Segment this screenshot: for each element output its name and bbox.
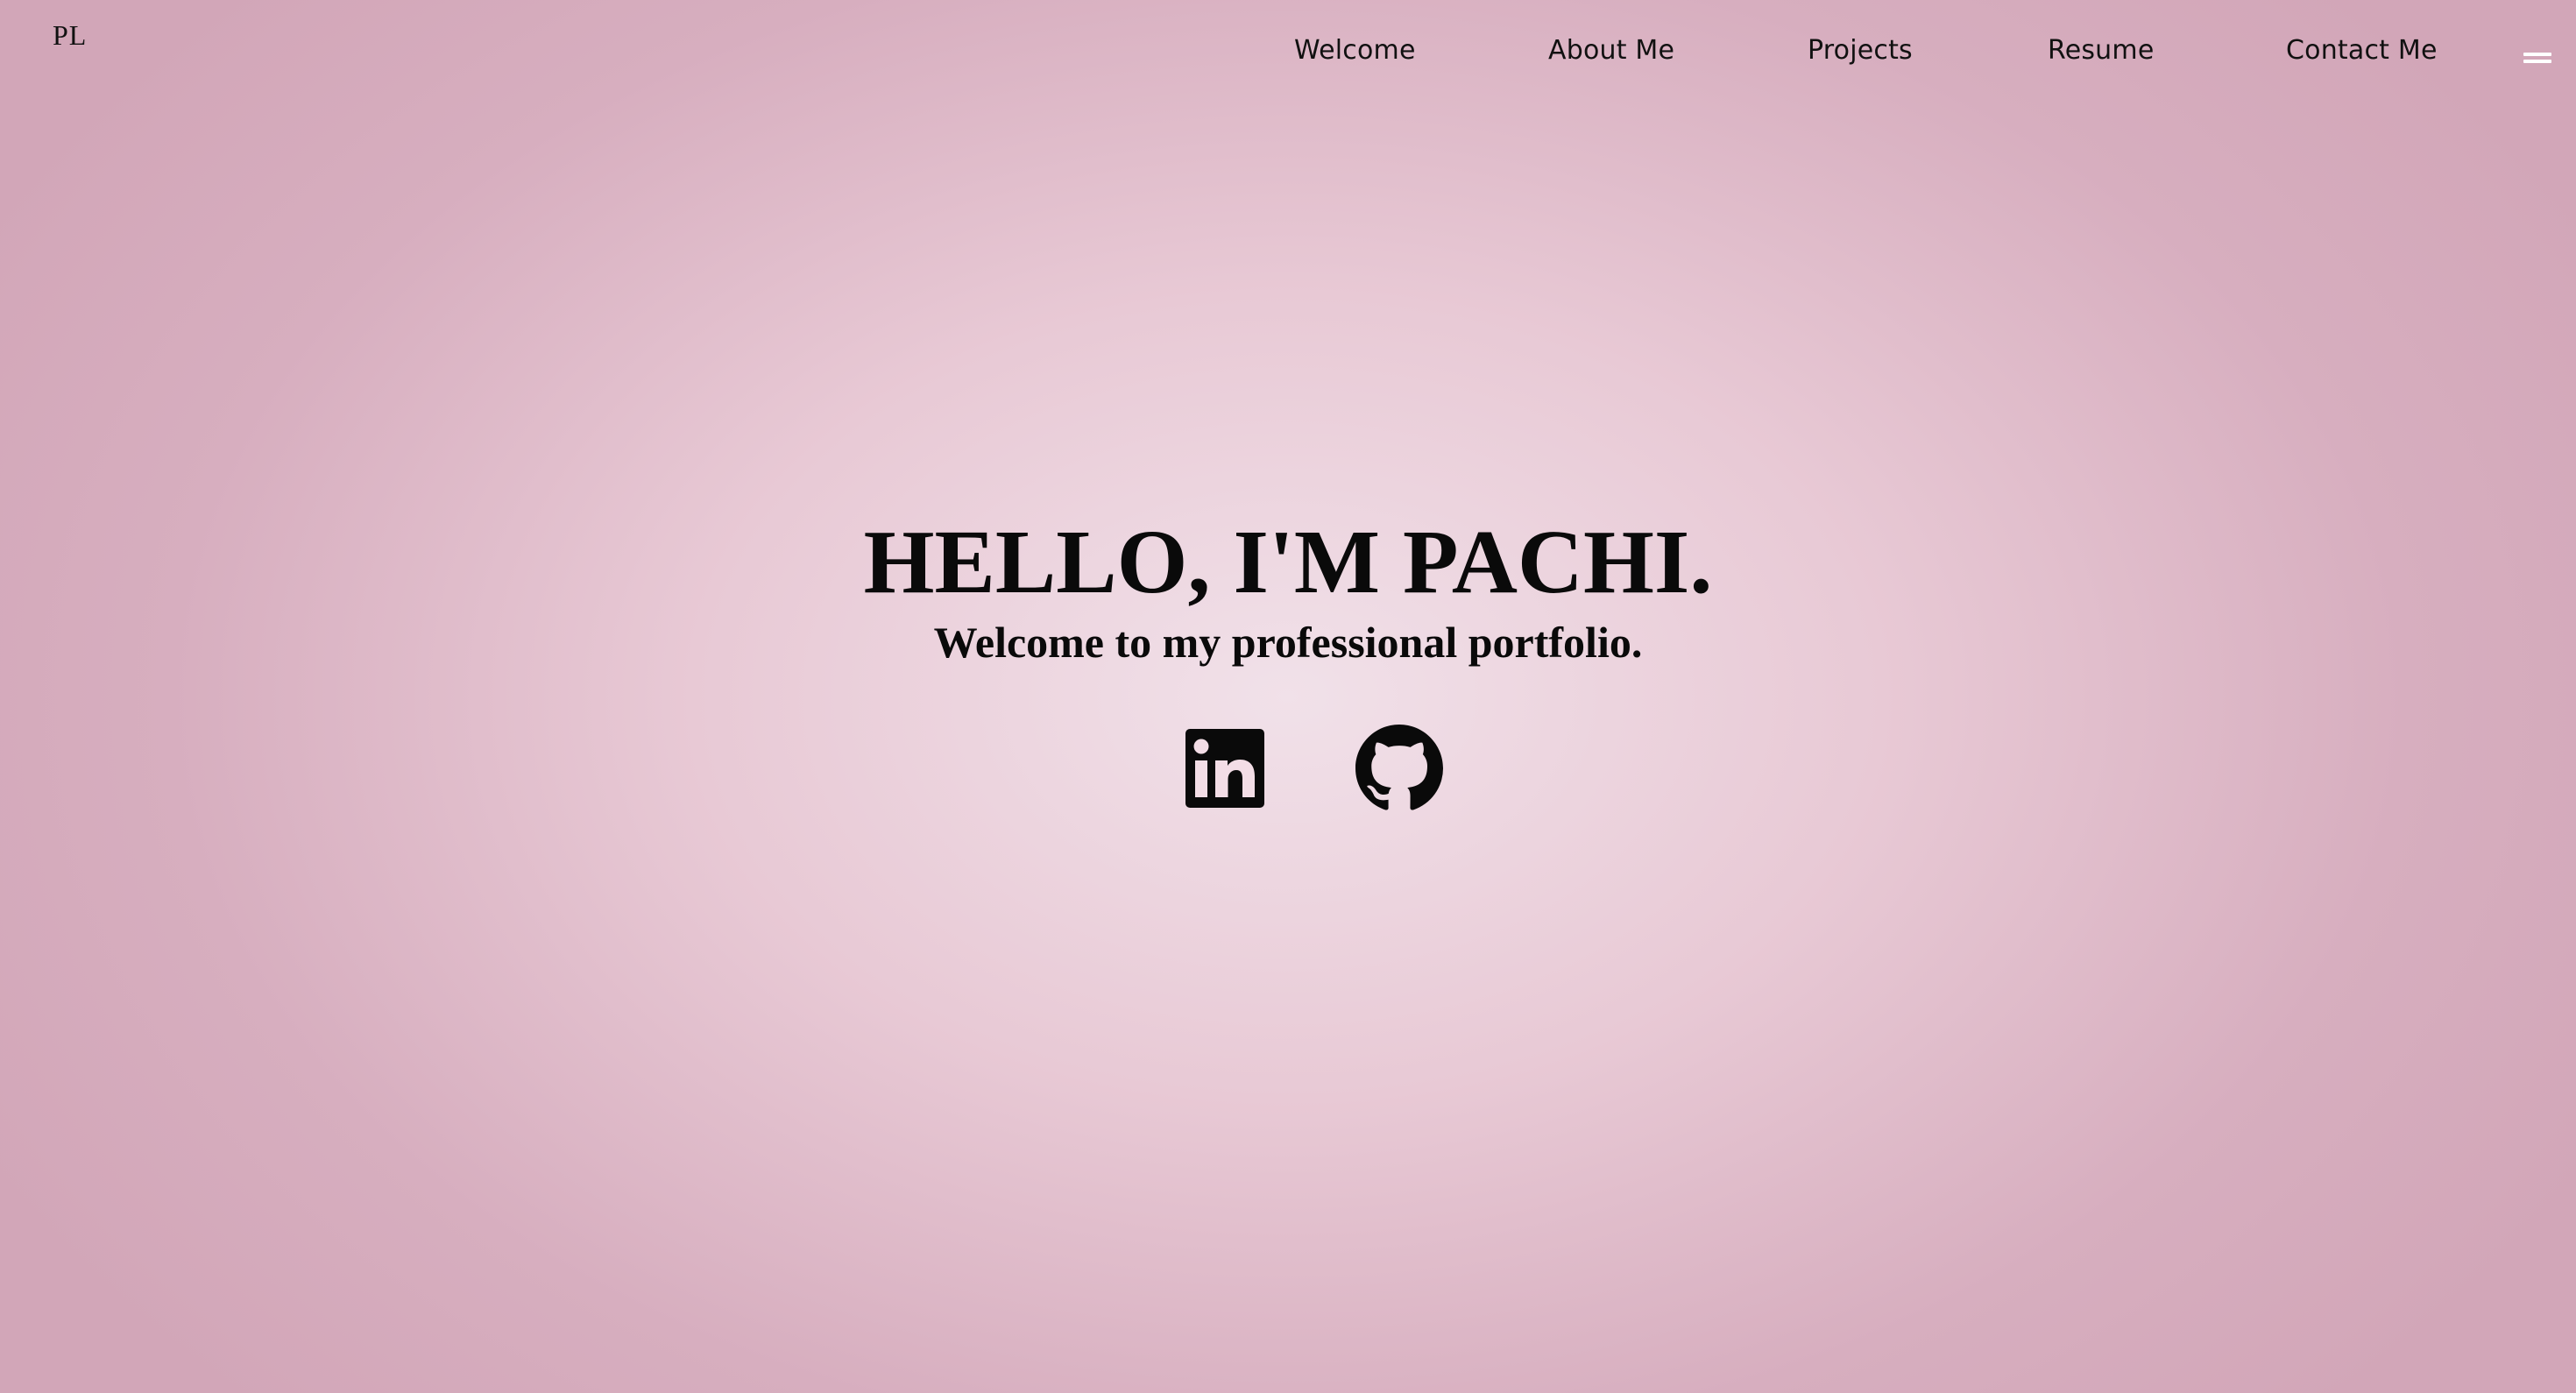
menu-bar-top	[2523, 53, 2551, 56]
menu-bar-bottom	[2523, 60, 2551, 63]
hero-title: HELLO, I'M PACHI.	[863, 512, 1713, 612]
nav-link-about-me[interactable]: About Me	[1548, 35, 1674, 66]
hamburger-menu-icon[interactable]	[2523, 51, 2551, 67]
nav-link-welcome[interactable]: Welcome	[1294, 35, 1416, 66]
main-nav: Welcome About Me Projects Resume Contact…	[0, 35, 2576, 79]
hero-subtitle: Welcome to my professional portfolio.	[933, 618, 1643, 667]
github-link[interactable]	[1355, 725, 1443, 812]
linkedin-link[interactable]	[1185, 729, 1264, 808]
nav-link-resume[interactable]: Resume	[2048, 35, 2154, 66]
linkedin-icon	[1185, 729, 1264, 808]
nav-link-contact-me[interactable]: Contact Me	[2286, 35, 2438, 66]
github-icon	[1355, 725, 1443, 810]
nav-link-projects[interactable]: Projects	[1808, 35, 1913, 66]
